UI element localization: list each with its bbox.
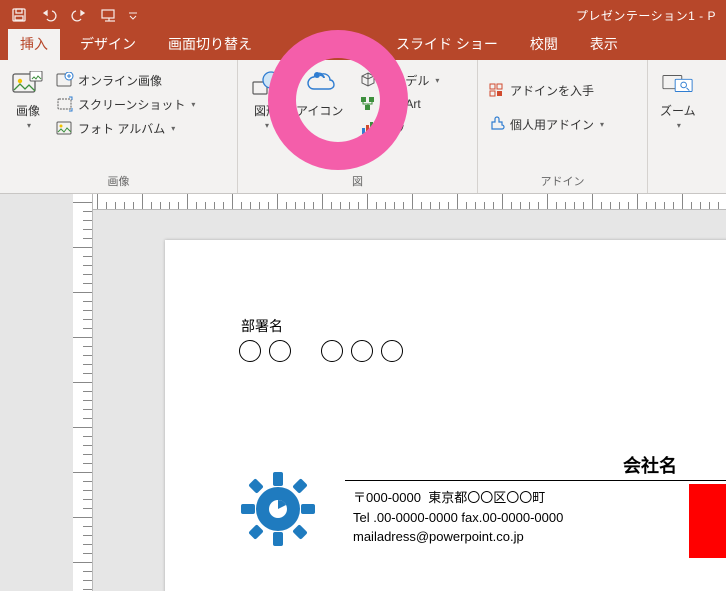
tab-design[interactable]: デザイン xyxy=(68,29,148,60)
postal-code: 〒000-0000 xyxy=(353,490,421,505)
screenshot-icon xyxy=(56,95,74,113)
smartart-label: martArt xyxy=(381,97,420,111)
redo-button[interactable] xyxy=(66,3,92,27)
zoom-label: ズーム xyxy=(660,102,696,119)
shapes-icon xyxy=(250,68,282,100)
photo-album-label: フォト アルバム xyxy=(78,120,165,137)
address-block: 〒000-0000 東京都〇〇区〇〇町 Tel .00-0000-0000 fa… xyxy=(353,488,563,547)
photo-album-button[interactable]: フォト アルバム ▾ xyxy=(52,118,199,138)
start-from-beginning-button[interactable] xyxy=(96,3,122,27)
smartart-icon xyxy=(359,95,377,113)
quick-access-toolbar xyxy=(6,3,140,27)
group-illustrations: 図形 ▾ アイコン D モデル ▾ xyxy=(238,60,478,193)
3d-models-button[interactable]: D モデル ▾ xyxy=(355,70,443,90)
pictures-icon xyxy=(12,68,44,100)
group-addins-label: アドイン xyxy=(478,171,647,193)
get-addins-label: アドインを入手 xyxy=(510,82,594,99)
divider-line xyxy=(345,480,726,481)
window-title: プレゼンテーション1 - P xyxy=(140,7,720,24)
pictures-button[interactable]: 画像 ▾ xyxy=(6,66,50,132)
tel-fax: Tel .00-0000-0000 fax.00-0000-0000 xyxy=(353,510,563,525)
3d-models-label: D モデル xyxy=(381,72,429,89)
shapes-label: 図形 xyxy=(254,102,278,119)
tab-review[interactable]: 校閲 xyxy=(518,29,570,60)
group-links-partial: ズーム ▾ xyxy=(648,60,708,193)
zoom-icon xyxy=(662,68,694,100)
email: mailadress@powerpoint.co.jp xyxy=(353,529,524,544)
chart-label: ラフ xyxy=(381,120,405,137)
cube-icon xyxy=(359,71,377,89)
tab-insert[interactable]: 挿入 xyxy=(8,29,60,60)
department-label: 部署名 xyxy=(241,316,283,336)
store-icon xyxy=(488,81,506,99)
screenshot-label: スクリーンショット xyxy=(78,96,185,113)
my-addins-label: 個人用アドイン xyxy=(510,116,594,133)
company-label: 会社名 xyxy=(623,452,677,478)
group-images: 画像 ▾ オンライン画像 スクリーンショット ▾ xyxy=(0,60,238,193)
red-rectangle xyxy=(689,484,726,558)
group-addins: アドインを入手 個人用アドイン ▾ アドイン xyxy=(478,60,648,193)
slide[interactable]: 部署名 会社名 xyxy=(165,240,726,591)
photo-album-icon xyxy=(56,119,74,137)
group-illustrations-label: 図 xyxy=(238,171,477,193)
online-pictures-label: オンライン画像 xyxy=(78,72,162,89)
group-images-label: 画像 xyxy=(0,171,237,193)
ribbon-tabs: 挿入 デザイン 画面切り替え ション スライド ショー 校閲 表示 xyxy=(0,30,726,60)
vertical-ruler[interactable] xyxy=(73,194,93,591)
tab-animations[interactable]: ション xyxy=(272,29,376,60)
address-text: 東京都〇〇区〇〇町 xyxy=(428,490,545,505)
slide-canvas-area: 部署名 会社名 xyxy=(0,194,726,591)
my-addins-button[interactable]: 個人用アドイン ▾ xyxy=(484,114,608,134)
chart-button[interactable]: ラフ xyxy=(355,118,443,138)
save-button[interactable] xyxy=(6,3,32,27)
ribbon: 画像 ▾ オンライン画像 スクリーンショット ▾ xyxy=(0,60,726,194)
name-circles xyxy=(239,340,403,362)
title-bar: プレゼンテーション1 - P xyxy=(0,0,726,30)
online-pictures-icon xyxy=(56,71,74,89)
gear-icon xyxy=(239,470,317,553)
zoom-button[interactable]: ズーム ▾ xyxy=(654,66,702,132)
get-addins-button[interactable]: アドインを入手 xyxy=(484,80,608,100)
tab-slideshow[interactable]: スライド ショー xyxy=(384,29,510,60)
screenshot-button[interactable]: スクリーンショット ▾ xyxy=(52,94,199,114)
smartart-button[interactable]: martArt xyxy=(355,94,443,114)
pictures-label: 画像 xyxy=(16,102,40,119)
undo-button[interactable] xyxy=(36,3,62,27)
shapes-button[interactable]: 図形 ▾ xyxy=(244,66,288,132)
horizontal-ruler[interactable] xyxy=(93,194,726,210)
chart-icon xyxy=(359,119,377,137)
icons-label: アイコン xyxy=(296,102,343,119)
tab-transitions[interactable]: 画面切り替え xyxy=(156,29,264,60)
icons-icon xyxy=(304,68,336,100)
qat-customize-button[interactable] xyxy=(126,3,140,27)
icons-button[interactable]: アイコン xyxy=(290,66,349,121)
tab-view[interactable]: 表示 xyxy=(578,29,630,60)
addins-icon xyxy=(488,115,506,133)
online-pictures-button[interactable]: オンライン画像 xyxy=(52,70,199,90)
